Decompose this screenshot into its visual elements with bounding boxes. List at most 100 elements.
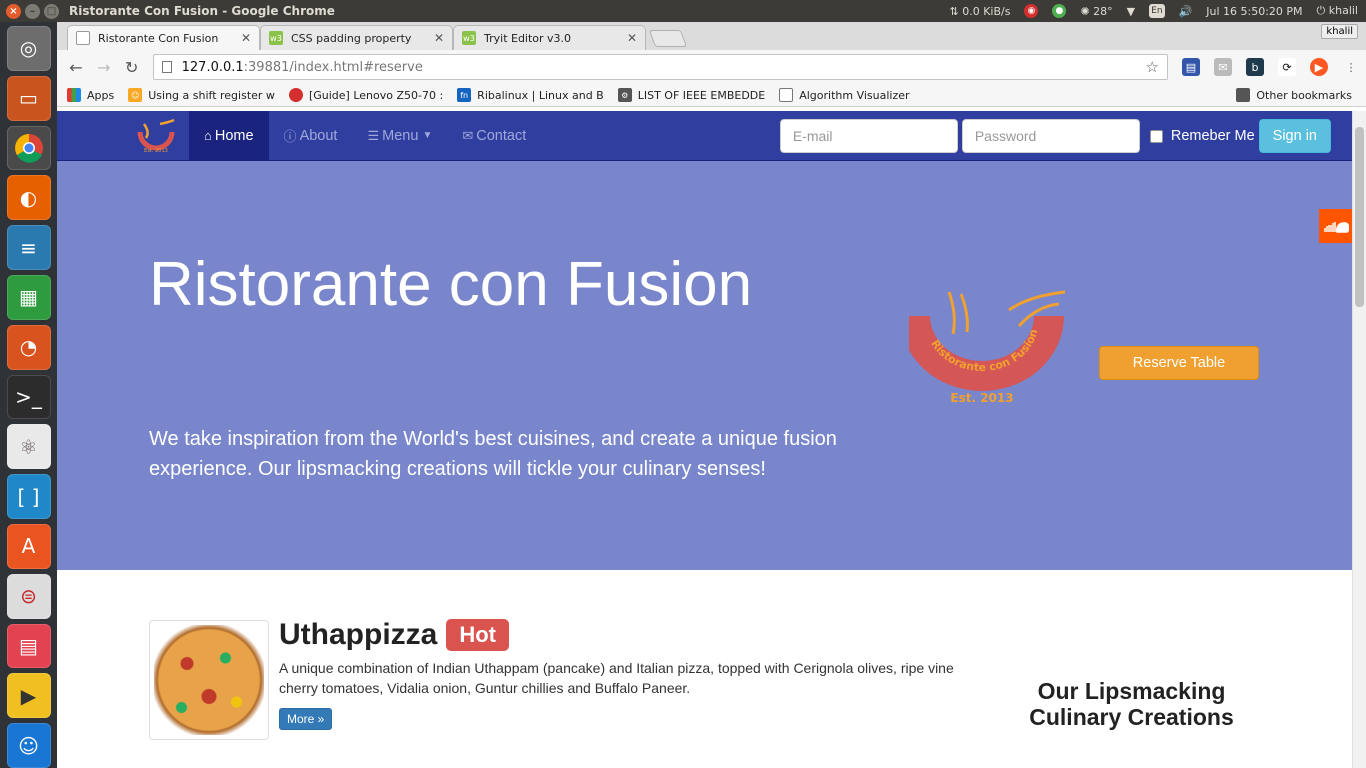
- tab-ristorante[interactable]: Ristorante Con Fusion ✕: [67, 25, 260, 50]
- tab-strip: Ristorante Con Fusion ✕ w3 CSS padding p…: [57, 22, 1366, 50]
- files-icon[interactable]: ▭: [6, 75, 51, 121]
- window-controls: × – □: [6, 3, 59, 19]
- tab-tryit-editor[interactable]: w3 Tryit Editor v3.0 ✕: [453, 25, 646, 50]
- dash-home-icon[interactable]: ◎: [6, 26, 51, 71]
- browser-toolbar: ← → ↻ 127.0.0.1:39881/index.html#reserve…: [57, 50, 1366, 84]
- bookmark-lenovo-guide[interactable]: [Guide] Lenovo Z50-70 :: [288, 88, 443, 102]
- email-input[interactable]: [779, 119, 958, 153]
- minimize-window-icon[interactable]: –: [25, 3, 40, 19]
- bookmarks-bar: Apps ☺ Using a shift register w [Guide] L…: [57, 84, 1366, 107]
- network-arrows-icon: ⇅: [949, 4, 959, 18]
- maximize-window-icon[interactable]: □: [44, 3, 59, 19]
- impress-icon[interactable]: ◔: [6, 324, 51, 370]
- nav-home[interactable]: ⌂ Home: [189, 111, 269, 161]
- dish-thumbnail[interactable]: [149, 620, 269, 740]
- folder-icon: [1236, 88, 1251, 102]
- settings-toggle-icon[interactable]: ⊜: [6, 573, 51, 619]
- chrome-menu-icon[interactable]: ⋮: [1342, 58, 1360, 76]
- chrome-icon[interactable]: [6, 125, 51, 171]
- b-extension-icon[interactable]: b: [1245, 58, 1264, 76]
- terminal-icon[interactable]: >_: [6, 374, 51, 420]
- svg-text:Est. 2013: Est. 2013: [144, 148, 168, 154]
- nav-menu[interactable]: ☰ Menu ▼: [352, 111, 447, 161]
- notes-icon[interactable]: ▤: [6, 623, 51, 669]
- weather-indicator[interactable]: ✺ 28°: [1080, 5, 1112, 18]
- reserve-table-button[interactable]: Reserve Table: [1099, 346, 1259, 380]
- brand-logo[interactable]: Est. 2013: [129, 116, 183, 156]
- mail-extension-icon[interactable]: ✉: [1213, 58, 1232, 76]
- tab-css-padding[interactable]: w3 CSS padding property ✕: [260, 25, 453, 50]
- soundcloud-button[interactable]: [1319, 209, 1352, 243]
- caret-down-icon: ▼: [422, 130, 433, 141]
- user-menu[interactable]: ⏻ khalil: [1317, 4, 1358, 18]
- jumbotron: Ristorante con Fusion We take inspiratio…: [57, 161, 1352, 570]
- media-player-icon[interactable]: ▶: [6, 673, 51, 719]
- firefox-icon[interactable]: ◐: [6, 175, 51, 221]
- chrome-tray-icon[interactable]: ●: [1052, 4, 1067, 18]
- envelope-icon: ✉: [462, 127, 474, 143]
- scrollbar-thumb[interactable]: [1355, 127, 1364, 307]
- list-icon: ☰: [367, 127, 380, 143]
- more-button[interactable]: More »: [279, 708, 333, 730]
- power-icon: ⏻: [1316, 4, 1326, 17]
- bookmark-star-icon[interactable]: ☆: [1146, 58, 1159, 76]
- nav-about[interactable]: ⓘ About: [269, 111, 353, 161]
- bookmark-apps[interactable]: Apps: [67, 88, 114, 102]
- remember-checkbox[interactable]: [1149, 129, 1163, 143]
- calc-icon[interactable]: ▦: [6, 274, 51, 320]
- signin-button[interactable]: Sign in: [1258, 119, 1331, 153]
- dish-description: A unique combination of Indian Uthappam …: [279, 660, 954, 696]
- nav-contact[interactable]: ✉ Contact: [447, 111, 541, 161]
- password-input[interactable]: [961, 119, 1140, 153]
- embedded-icon: ⚙: [617, 88, 632, 102]
- side-heading: Our Lipsmacking Culinary Creations: [1029, 678, 1234, 730]
- indicator-app-icon[interactable]: ◉: [1024, 4, 1039, 18]
- other-bookmarks[interactable]: Other bookmarks: [1236, 88, 1352, 102]
- profile-button[interactable]: khalil: [1321, 24, 1358, 39]
- logo-est: Est. 2013: [950, 391, 1013, 405]
- flag-extension-icon[interactable]: ▤: [1181, 58, 1200, 76]
- play-extension-icon[interactable]: ▶: [1309, 58, 1328, 76]
- tab-label: Tryit Editor v3.0: [484, 31, 572, 45]
- page-info-icon[interactable]: [161, 61, 172, 73]
- instructables-icon: ☺: [128, 88, 143, 102]
- info-icon: ⓘ: [283, 129, 297, 144]
- page-viewport: Est. 2013 ⌂ Home ⓘ About ☰ Menu ▼ ✉ Contact …: [57, 111, 1352, 768]
- close-tab-icon[interactable]: ✕: [241, 31, 251, 45]
- url-host: 127.0.0.1: [181, 59, 244, 75]
- login-form: Remeber Me Sign in: [779, 119, 1331, 153]
- bookmark-ieee[interactable]: ⚙ LIST OF IEEE EMBEDDE: [617, 88, 765, 102]
- reload-icon: ↻: [124, 57, 139, 77]
- writer-icon[interactable]: ≡: [6, 225, 51, 270]
- software-center-icon[interactable]: A: [6, 523, 51, 569]
- mascot-app-icon[interactable]: ☺: [6, 723, 51, 768]
- close-window-icon[interactable]: ×: [6, 3, 21, 19]
- bookmark-shift-register[interactable]: ☺ Using a shift register w: [128, 88, 275, 102]
- system-tray: ⇅ 0.0 KiB/s ◉ ● ✺ 28° ▼ En 🔊 Jul 16 5:50…: [949, 4, 1366, 18]
- close-tab-icon[interactable]: ✕: [627, 31, 637, 45]
- keyboard-layout[interactable]: En: [1149, 4, 1165, 18]
- bookmark-ribalinux[interactable]: fn Ribalinux | Linux and B: [457, 88, 604, 102]
- bookmark-algorithm-visualizer[interactable]: Algorithm Visualizer: [779, 88, 910, 102]
- apps-grid-icon: [67, 88, 81, 102]
- reload-button[interactable]: ↻: [119, 54, 145, 80]
- fn-icon: fn: [457, 88, 472, 102]
- wifi-icon[interactable]: ▼: [1127, 5, 1135, 18]
- arrow-right-icon: →: [97, 57, 111, 77]
- forward-button[interactable]: →: [91, 54, 117, 80]
- address-bar[interactable]: 127.0.0.1:39881/index.html#reserve ☆: [152, 54, 1168, 80]
- page-icon: [779, 88, 794, 102]
- w3schools-favicon-icon: w3: [462, 31, 476, 45]
- clock[interactable]: Jul 16 5:50:20 PM: [1206, 5, 1302, 18]
- dish-media-body: Uthappizza Hot A unique combination of In…: [279, 618, 979, 730]
- new-tab-button[interactable]: [648, 30, 688, 47]
- unity-launcher: ◎ ▭ ◐ ≡ ▦ ◔ >_ ⚛ [ ] A ⊜ ▤ ▶ ☺: [0, 22, 57, 768]
- close-tab-icon[interactable]: ✕: [434, 31, 444, 45]
- back-button[interactable]: ←: [63, 54, 89, 80]
- brackets-icon[interactable]: [ ]: [6, 474, 51, 519]
- network-indicator[interactable]: ⇅ 0.0 KiB/s: [949, 5, 1010, 18]
- sync-extension-icon[interactable]: ⟳: [1277, 58, 1296, 76]
- volume-icon[interactable]: 🔊: [1179, 5, 1193, 18]
- atom-icon[interactable]: ⚛: [6, 424, 51, 470]
- page-scrollbar[interactable]: [1352, 111, 1366, 768]
